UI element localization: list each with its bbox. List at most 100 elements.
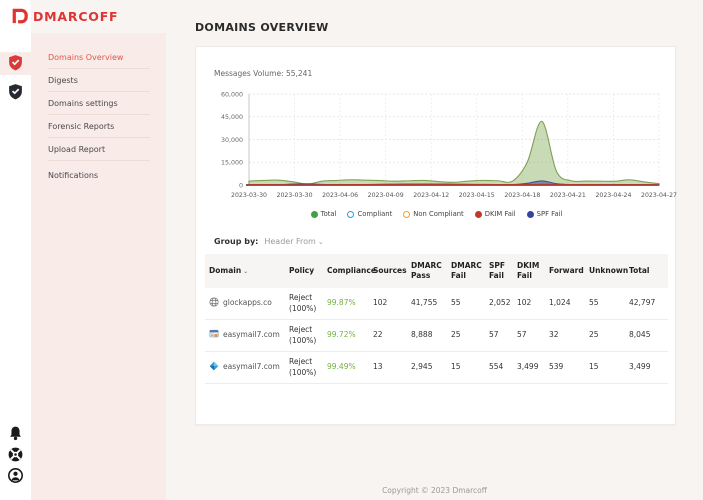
chevron-down-icon: ⌄	[318, 238, 324, 246]
sidebar-item-digests[interactable]: Digests	[48, 69, 150, 92]
table-row[interactable]: easymail7.comReject (100%)99.49%132,9451…	[205, 352, 668, 384]
cell-total: 3,499	[625, 359, 668, 375]
cell-forward: 539	[545, 359, 585, 375]
cell-dmarc_pass: 8,888	[407, 327, 447, 343]
shield-check-icon[interactable]	[7, 83, 24, 100]
logo-d-icon	[10, 7, 29, 26]
svg-text:2023-04-27: 2023-04-27	[641, 192, 677, 199]
footer-copyright: Copyright © 2023 Dmarcoff	[166, 486, 703, 495]
cell-forward: 32	[545, 327, 585, 343]
cell-spf_fail: 2,052	[485, 295, 513, 311]
sidebar-item-upload-report[interactable]: Upload Report	[48, 138, 150, 161]
sidebar-nav: Domains OverviewDigestsDomains settingsF…	[48, 46, 150, 186]
column-header-domain[interactable]: Domain⌄	[205, 262, 285, 280]
legend-marker-total	[311, 211, 318, 218]
legend-item-compliant[interactable]: Compliant	[347, 210, 392, 218]
cell-unknown: 55	[585, 295, 625, 311]
cell-dmarc_fail: 55	[447, 295, 485, 311]
sidebar-item-forensic-reports[interactable]: Forensic Reports	[48, 115, 150, 138]
column-header-dkim-fail: DKIM Fail	[513, 257, 545, 285]
cell-dmarc_pass: 41,755	[407, 295, 447, 311]
cell-sources: 102	[369, 295, 407, 311]
svg-text:30,000: 30,000	[221, 137, 243, 144]
group-by-dropdown[interactable]: Header From⌄	[264, 237, 323, 246]
cell-total: 42,797	[625, 295, 668, 311]
svg-text:60,000: 60,000	[221, 91, 243, 98]
cell-dkim_fail: 3,499	[513, 359, 545, 375]
sidebar: Domains OverviewDigestsDomains settingsF…	[31, 33, 166, 500]
table-row[interactable]: easymail7.comReject (100%)99.72%228,8882…	[205, 320, 668, 352]
svg-text:2023-03-30: 2023-03-30	[277, 192, 313, 199]
legend-item-total[interactable]: Total	[311, 210, 337, 218]
column-header-compliance: Compliance	[323, 262, 369, 280]
group-by-label: Group by:	[214, 237, 258, 246]
cell-compliance: 99.72%	[323, 327, 369, 343]
group-by-control: Group by: Header From⌄	[214, 237, 324, 246]
legend-label: SPF Fail	[537, 210, 563, 218]
cell-compliance: 99.49%	[323, 359, 369, 375]
column-header-forward: Forward	[545, 262, 585, 280]
cell-total: 8,045	[625, 327, 668, 343]
logo-text: DMARCOFF	[33, 9, 118, 24]
svg-text:15,000: 15,000	[221, 160, 243, 167]
legend-marker-dkim-fail	[475, 211, 482, 218]
cell-domain[interactable]: glockapps.co	[205, 294, 285, 313]
messages-volume-label: Messages Volume: 55,241	[214, 69, 312, 78]
column-header-policy: Policy	[285, 262, 323, 280]
table-body: glockapps.coReject (100%)99.87%10241,755…	[205, 288, 668, 384]
app-logo[interactable]: DMARCOFF	[10, 7, 118, 26]
account-icon[interactable]	[7, 467, 24, 484]
cell-dmarc_fail: 25	[447, 327, 485, 343]
cell-dmarc_fail: 15	[447, 359, 485, 375]
table-header-row: Domain⌄PolicyComplianceSourcesDMARC Pass…	[205, 254, 668, 288]
icon-rail	[0, 0, 31, 500]
domain-name: easymail7.com	[223, 362, 280, 372]
cell-domain[interactable]: easymail7.com	[205, 326, 285, 345]
cell-spf_fail: 554	[485, 359, 513, 375]
shield-red-icon[interactable]	[7, 54, 24, 71]
cell-policy: Reject (100%)	[285, 290, 323, 316]
column-header-sources: Sources	[369, 262, 407, 280]
table-row[interactable]: glockapps.coReject (100%)99.87%10241,755…	[205, 288, 668, 320]
series-total	[249, 121, 659, 185]
cell-domain[interactable]: easymail7.com	[205, 358, 285, 377]
legend-label: Total	[321, 210, 337, 218]
column-header-dmarc-fail: DMARC Fail	[447, 257, 485, 285]
domain-name: glockapps.co	[223, 298, 272, 308]
svg-text:0: 0	[239, 182, 243, 189]
legend-item-dkim-fail[interactable]: DKIM Fail	[475, 210, 516, 218]
column-header-spf-fail: SPF Fail	[485, 257, 513, 285]
svg-text:2023-03-30: 2023-03-30	[231, 192, 267, 199]
sidebar-item-notifications[interactable]: Notifications	[48, 164, 150, 186]
cell-dkim_fail: 57	[513, 327, 545, 343]
diamond-icon	[209, 361, 219, 374]
legend-marker-compliant	[347, 211, 354, 218]
cell-policy: Reject (100%)	[285, 322, 323, 348]
chart-legend: Total Compliant Non Compliant DKIM Fail SPF …	[196, 210, 677, 218]
main-content: DOMAINS OVERVIEW Messages Volume: 55,241…	[166, 0, 703, 500]
legend-item-non-compliant[interactable]: Non Compliant	[403, 210, 463, 218]
cell-unknown: 15	[585, 359, 625, 375]
legend-marker-non-compliant	[403, 211, 410, 218]
help-icon[interactable]	[7, 446, 24, 463]
domain-name: easymail7.com	[223, 330, 280, 340]
svg-text:2023-04-12: 2023-04-12	[413, 192, 449, 199]
svg-text:2023-04-09: 2023-04-09	[368, 192, 404, 199]
cell-dkim_fail: 102	[513, 295, 545, 311]
sidebar-item-domains-settings[interactable]: Domains settings	[48, 92, 150, 115]
legend-marker-spf-fail	[527, 211, 534, 218]
legend-label: Non Compliant	[413, 210, 463, 218]
cell-sources: 13	[369, 359, 407, 375]
page-title: DOMAINS OVERVIEW	[195, 21, 329, 34]
svg-text:2023-04-06: 2023-04-06	[322, 192, 358, 199]
cell-dmarc_pass: 2,945	[407, 359, 447, 375]
sidebar-item-domains-overview[interactable]: Domains Overview	[48, 46, 150, 69]
svg-text:2023-04-24: 2023-04-24	[595, 192, 631, 199]
globe-icon	[209, 297, 219, 310]
sort-chevron-icon: ⌄	[243, 268, 248, 275]
messages-volume-chart: 0 15,000 30,000 45,000 60,000 2023-03-30 2023-…	[196, 87, 677, 219]
svg-text:2023-04-18: 2023-04-18	[504, 192, 540, 199]
bell-icon[interactable]	[7, 425, 24, 442]
svg-text:45,000: 45,000	[221, 114, 243, 121]
legend-item-spf-fail[interactable]: SPF Fail	[527, 210, 563, 218]
